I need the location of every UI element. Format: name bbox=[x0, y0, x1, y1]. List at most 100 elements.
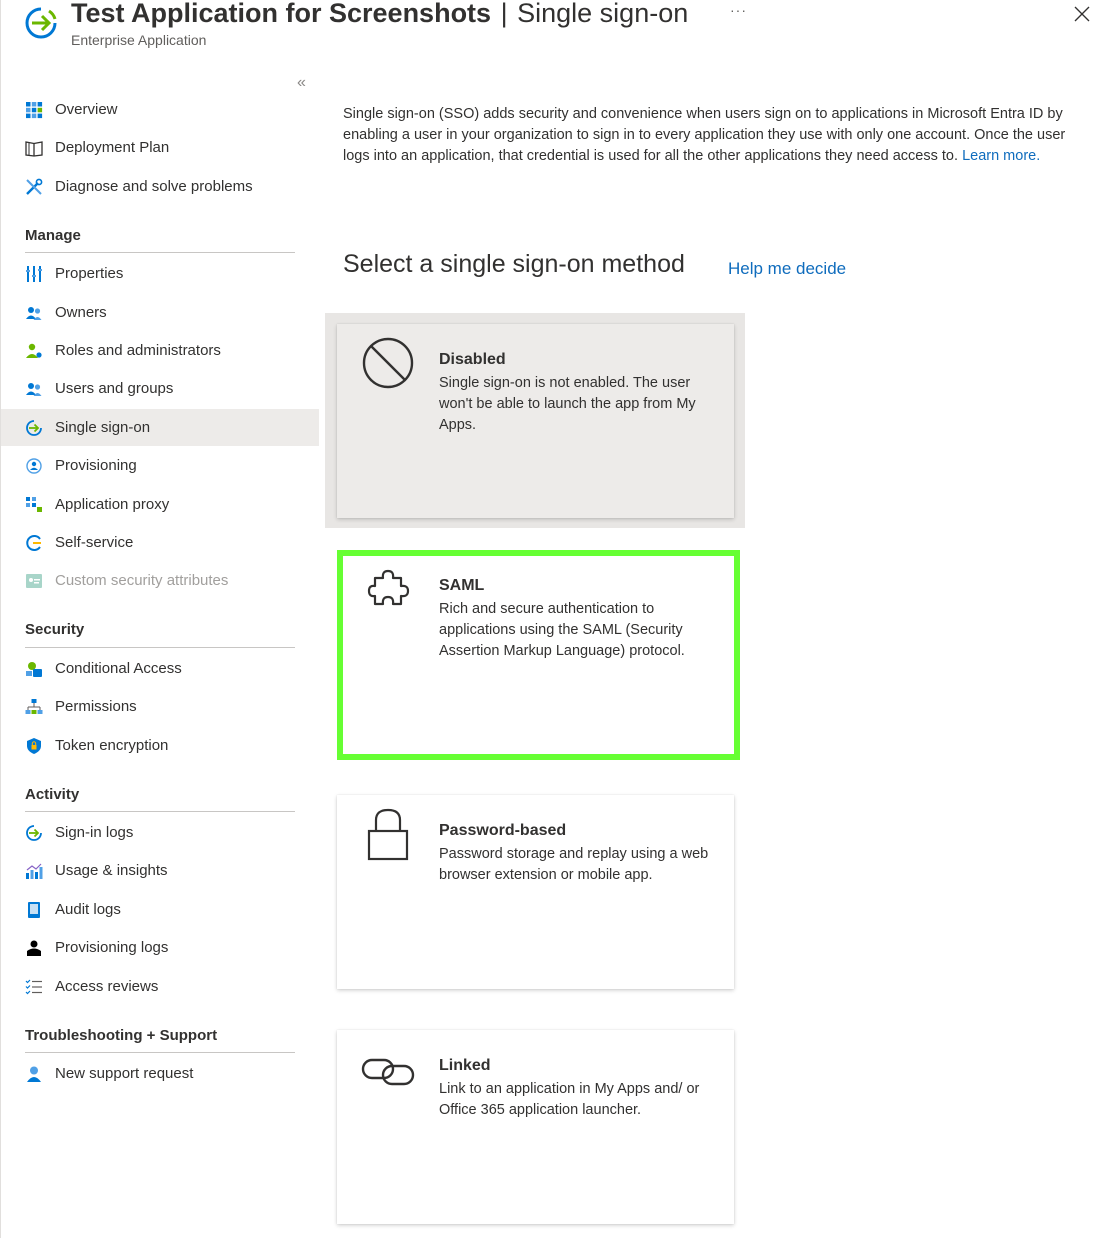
properties-icon bbox=[25, 265, 43, 283]
roles-icon bbox=[25, 342, 43, 360]
close-icon[interactable] bbox=[1072, 4, 1092, 24]
section-divider bbox=[25, 647, 295, 648]
link-icon bbox=[361, 1058, 415, 1086]
sidebar-item-label: Custom security attributes bbox=[55, 572, 229, 589]
method-heading: Select a single sign-on method bbox=[343, 250, 685, 278]
sidebar-item-label: Diagnose and solve problems bbox=[55, 178, 253, 195]
sidebar-item-label: New support request bbox=[55, 1065, 194, 1082]
sidebar-item-token-encryption[interactable]: Token encryption bbox=[1, 727, 319, 764]
sso-method-card-password-based[interactable]: Password-based Password storage and repl… bbox=[337, 795, 734, 989]
sso-icon bbox=[25, 419, 43, 437]
sidebar-item-new-support-request[interactable]: New support request bbox=[1, 1055, 319, 1092]
access-reviews-icon bbox=[25, 978, 43, 996]
sidebar-item-self-service[interactable]: Self-service bbox=[1, 524, 319, 561]
sidebar-item-label: Access reviews bbox=[55, 978, 159, 995]
section-divider bbox=[25, 811, 295, 812]
sidebar-item-application-proxy[interactable]: Application proxy bbox=[1, 486, 319, 523]
sidebar-item-label: Audit logs bbox=[55, 901, 121, 918]
custom-attributes-icon bbox=[25, 572, 43, 590]
intro-description: Single sign-on (SSO) adds security and c… bbox=[343, 106, 1066, 164]
sidebar-item-label: Single sign-on bbox=[55, 419, 151, 436]
section-divider bbox=[25, 1052, 295, 1053]
sidebar-item-label: Token encryption bbox=[55, 737, 169, 754]
sidebar-item-label: Permissions bbox=[55, 698, 137, 715]
sidebar-item-label: Deployment Plan bbox=[55, 139, 170, 156]
self-service-icon bbox=[25, 534, 43, 552]
card-description: Link to an application in My Apps and/ o… bbox=[439, 1081, 700, 1118]
overview-grid-icon bbox=[25, 101, 43, 119]
sidebar-item-access-reviews[interactable]: Access reviews bbox=[1, 968, 319, 1005]
audit-logs-icon bbox=[25, 901, 43, 919]
title-separator: | bbox=[500, 0, 508, 28]
sidebar-item-label: Roles and administrators bbox=[55, 342, 221, 359]
section-title-manage: Manage bbox=[25, 227, 81, 244]
section-divider bbox=[25, 252, 295, 253]
sidebar-item-roles[interactable]: Roles and administrators bbox=[1, 332, 319, 369]
card-description: Rich and secure authentication to applic… bbox=[439, 601, 685, 659]
sso-method-card-linked[interactable]: Linked Link to an application in My Apps… bbox=[337, 1030, 734, 1224]
card-title: Password-based bbox=[439, 822, 567, 839]
sidebar-item-diagnose[interactable]: Diagnose and solve problems bbox=[1, 168, 319, 205]
sidebar-item-label: Provisioning logs bbox=[55, 939, 169, 956]
section-title-security: Security bbox=[25, 621, 85, 638]
card-description: Single sign-on is not enabled. The user … bbox=[439, 375, 696, 433]
sidebar-item-usage-insights[interactable]: Usage & insights bbox=[1, 852, 319, 889]
sidebar-item-label: Self-service bbox=[55, 534, 134, 551]
usage-insights-icon bbox=[25, 862, 43, 880]
sidebar-item-label: Usage & insights bbox=[55, 862, 168, 879]
permissions-icon bbox=[25, 698, 43, 716]
conditional-access-icon bbox=[25, 660, 43, 678]
sidebar-item-deployment-plan[interactable]: Deployment Plan bbox=[1, 129, 319, 166]
puzzle-icon bbox=[367, 569, 410, 606]
sso-method-card-saml[interactable]: SAML Rich and secure authentication to a… bbox=[337, 550, 740, 760]
sidebar-item-conditional-access[interactable]: Conditional Access bbox=[1, 650, 319, 687]
sidebar-item-label: Properties bbox=[55, 265, 124, 282]
prohibited-icon bbox=[362, 337, 414, 389]
sign-in-logs-icon bbox=[25, 824, 43, 842]
app-name: Test Application for Screenshots bbox=[71, 0, 492, 28]
card-title: SAML bbox=[439, 577, 485, 594]
owners-icon bbox=[25, 304, 43, 322]
sidebar-item-label: Users and groups bbox=[55, 380, 174, 397]
sidebar-item-label: Application proxy bbox=[55, 496, 170, 513]
lock-icon bbox=[367, 808, 409, 861]
page-title: Test Application for Screenshots | Singl… bbox=[71, 0, 688, 32]
sidebar-item-label: Sign-in logs bbox=[55, 824, 134, 841]
blade-header: Test Application for Screenshots | Singl… bbox=[0, 0, 1114, 60]
card-title: Linked bbox=[439, 1057, 491, 1074]
support-person-icon bbox=[25, 1065, 43, 1083]
section-title-activity: Activity bbox=[25, 786, 80, 803]
sidebar-item-custom-security-attributes[interactable]: Custom security attributes bbox=[1, 562, 319, 599]
sidebar-item-provisioning-logs[interactable]: Provisioning logs bbox=[1, 929, 319, 966]
app-sso-logo-icon bbox=[25, 7, 57, 39]
sidebar-item-label: Overview bbox=[55, 101, 118, 118]
wrench-icon bbox=[25, 178, 43, 196]
sso-intro-text: Single sign-on (SSO) adds security and c… bbox=[343, 104, 1093, 167]
sidebar-item-label: Conditional Access bbox=[55, 660, 182, 677]
blade-name: Single sign-on bbox=[517, 0, 689, 28]
sidebar-item-provisioning[interactable]: Provisioning bbox=[1, 447, 319, 484]
provisioning-logs-icon bbox=[25, 939, 43, 957]
book-icon bbox=[25, 139, 43, 157]
section-title-troubleshooting: Troubleshooting + Support bbox=[25, 1027, 218, 1044]
sidebar-item-audit-logs[interactable]: Audit logs bbox=[1, 891, 319, 928]
learn-more-link[interactable]: Learn more. bbox=[962, 148, 1040, 164]
sidebar-item-label: Owners bbox=[55, 304, 107, 321]
provisioning-icon bbox=[25, 457, 43, 475]
page-subtitle: Enterprise Application bbox=[71, 32, 207, 48]
sidebar-item-properties[interactable]: Properties bbox=[1, 255, 319, 292]
more-options-button[interactable]: ··· bbox=[730, 2, 747, 18]
app-proxy-icon bbox=[25, 496, 43, 514]
sidebar-item-sign-in-logs[interactable]: Sign-in logs bbox=[1, 814, 319, 851]
card-title: Disabled bbox=[439, 351, 506, 368]
sidebar-item-users-groups[interactable]: Users and groups bbox=[1, 370, 319, 407]
sidebar-item-single-sign-on[interactable]: Single sign-on bbox=[1, 409, 319, 446]
shield-icon bbox=[25, 737, 43, 755]
help-me-decide-link[interactable]: Help me decide bbox=[728, 259, 846, 279]
sidebar-item-overview[interactable]: Overview bbox=[1, 91, 319, 128]
sso-method-card-disabled[interactable]: Disabled Single sign-on is not enabled. … bbox=[337, 324, 734, 518]
sidebar-item-permissions[interactable]: Permissions bbox=[1, 688, 319, 725]
collapse-sidebar-button[interactable]: « bbox=[297, 74, 306, 92]
sidebar-item-owners[interactable]: Owners bbox=[1, 294, 319, 331]
card-description: Password storage and replay using a web … bbox=[439, 846, 709, 883]
